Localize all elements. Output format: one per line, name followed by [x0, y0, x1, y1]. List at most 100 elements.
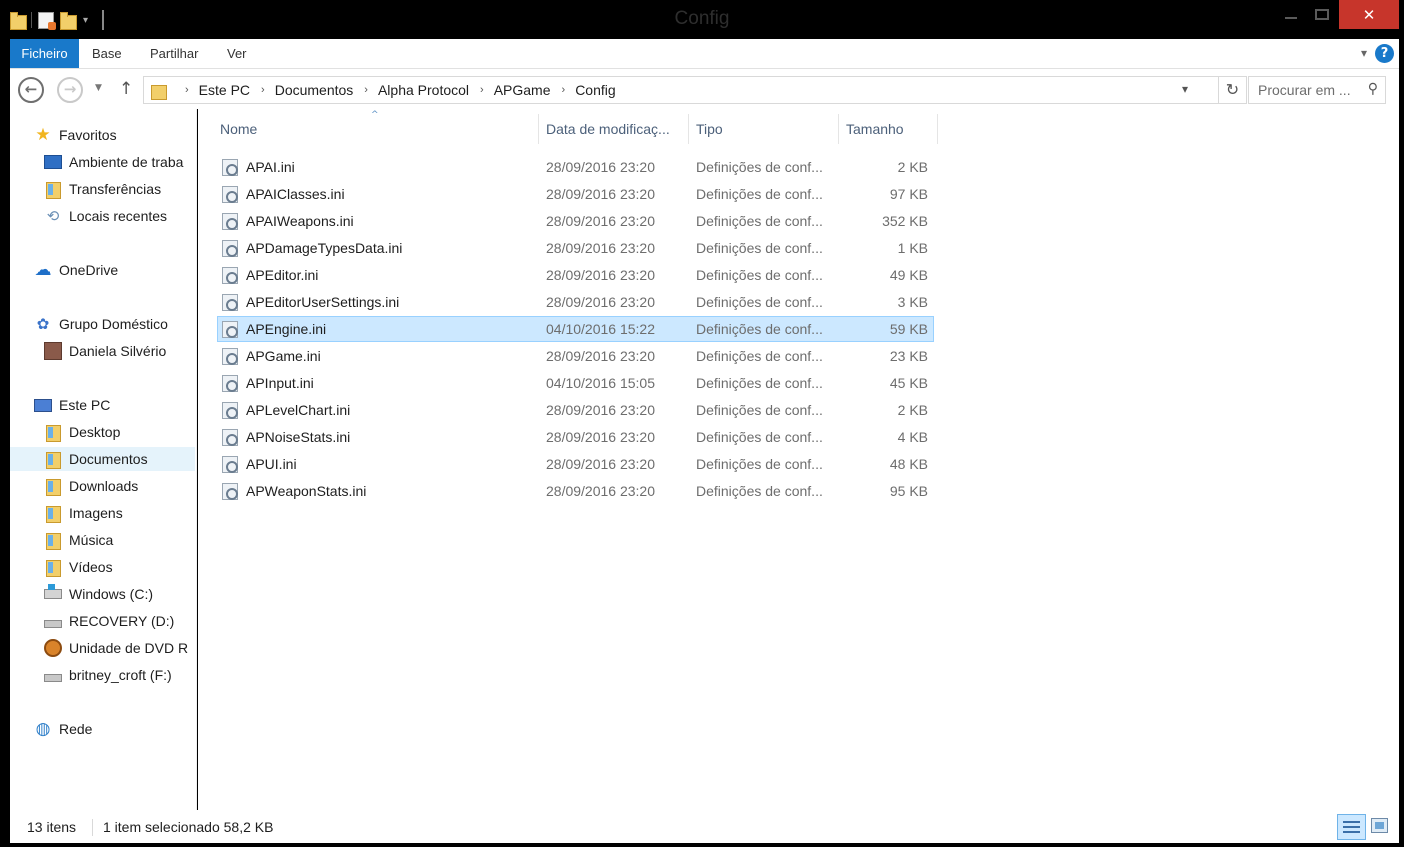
sidebar-item-desktop[interactable]: Desktop — [44, 420, 120, 444]
search-input[interactable]: Procurar em ... ⚲ — [1248, 76, 1386, 104]
sidebar-item-downloads[interactable]: Downloads — [44, 474, 138, 498]
sidebar-item-label: Locais recentes — [69, 208, 168, 224]
sidebar-item-label: Imagens — [69, 505, 123, 521]
chevron-right-icon[interactable]: › — [562, 84, 566, 96]
sidebar-item-rede[interactable]: ◍ Rede — [34, 717, 93, 741]
address-history-dropdown-icon[interactable]: ▾ — [1182, 82, 1188, 96]
column-header-nome[interactable]: Nome — [220, 114, 257, 144]
table-row[interactable]: APAIWeapons.ini 28/09/2016 23:20 Definiç… — [217, 208, 934, 234]
column-header-data[interactable]: Data de modificaç... — [546, 114, 670, 144]
large-icons-view-button[interactable] — [1371, 818, 1388, 833]
sidebar-item-label: Unidade de DVD R — [69, 640, 189, 656]
chevron-right-icon[interactable]: › — [480, 84, 484, 96]
sidebar-item-daniela-silverio[interactable]: Daniela Silvério — [44, 339, 166, 363]
tab-partilhar[interactable]: Partilhar — [150, 39, 198, 68]
sidebar-item-videos[interactable]: Vídeos — [44, 555, 113, 579]
details-view-button[interactable] — [1337, 814, 1366, 840]
tab-ficheiro[interactable]: Ficheiro — [10, 39, 79, 68]
title-bar: ▾ Config ✕ — [0, 0, 1404, 39]
sidebar-item-locais-recentes[interactable]: ⟲ Locais recentes — [44, 204, 167, 228]
folder-icon — [44, 423, 62, 442]
maximize-button[interactable] — [1307, 0, 1337, 29]
file-type: Definições de conf... — [696, 213, 823, 229]
column-divider[interactable] — [838, 114, 839, 144]
sidebar-item-label: RECOVERY (D:) — [69, 613, 175, 629]
table-row[interactable]: APEditorUserSettings.ini 28/09/2016 23:2… — [217, 289, 934, 315]
table-row[interactable]: APEditor.ini 28/09/2016 23:20 Definições… — [217, 262, 934, 288]
chevron-right-icon[interactable]: › — [364, 84, 368, 96]
sidebar-item-label: Windows (C:) — [69, 586, 154, 602]
sidebar-item-recovery-d[interactable]: RECOVERY (D:) — [44, 609, 174, 633]
sidebar-item-windows-c[interactable]: Windows (C:) — [44, 582, 153, 606]
column-divider[interactable] — [688, 114, 689, 144]
minimize-icon — [1285, 16, 1297, 19]
file-date: 28/09/2016 23:20 — [546, 348, 655, 364]
sidebar-item-documentos[interactable]: Documentos — [10, 447, 195, 471]
table-row[interactable]: APInput.ini 04/10/2016 15:05 Definições … — [217, 370, 934, 396]
config-file-icon — [222, 159, 238, 176]
address-bar[interactable]: › Este PC › Documentos › Alpha Protocol … — [143, 76, 1219, 104]
recent-places-icon: ⟲ — [46, 208, 60, 225]
tab-base[interactable]: Base — [92, 39, 122, 68]
column-divider[interactable] — [937, 114, 938, 144]
expand-ribbon-chevron-icon[interactable]: ▾ — [1361, 46, 1367, 60]
close-button[interactable]: ✕ — [1339, 0, 1399, 29]
table-row-selected[interactable]: APEngine.ini 04/10/2016 15:22 Definições… — [217, 316, 934, 342]
table-row[interactable]: APUI.ini 28/09/2016 23:20 Definições de … — [217, 451, 934, 477]
sidebar-item-musica[interactable]: Música — [44, 528, 113, 552]
table-row[interactable]: APWeaponStats.ini 28/09/2016 23:20 Defin… — [217, 478, 934, 504]
file-type: Definições de conf... — [696, 267, 823, 283]
chevron-right-icon[interactable]: › — [185, 84, 189, 96]
drive-icon — [44, 674, 62, 682]
minimize-button[interactable] — [1276, 0, 1306, 29]
breadcrumb-este-pc[interactable]: Este PC — [199, 82, 250, 98]
drive-icon — [44, 620, 62, 628]
sidebar-item-este-pc[interactable]: Este PC — [34, 393, 110, 417]
help-icon[interactable]: ? — [1375, 44, 1394, 63]
column-divider[interactable] — [538, 114, 539, 144]
file-name: APEditorUserSettings.ini — [246, 294, 400, 310]
file-name: APAIClasses.ini — [246, 186, 345, 202]
table-row[interactable]: APAIClasses.ini 28/09/2016 23:20 Definiç… — [217, 181, 934, 207]
sidebar-item-grupo-domestico[interactable]: ✿ Grupo Doméstico — [34, 312, 168, 336]
downloads-folder-icon — [44, 180, 62, 199]
tab-ver[interactable]: Ver — [227, 39, 247, 68]
column-header-tipo[interactable]: Tipo — [696, 114, 723, 144]
config-file-icon — [222, 267, 238, 284]
forward-button[interactable]: → — [57, 77, 83, 103]
column-header-tamanho[interactable]: Tamanho — [846, 114, 904, 144]
table-row[interactable]: APLevelChart.ini 28/09/2016 23:20 Defini… — [217, 397, 934, 423]
breadcrumb-apgame[interactable]: APGame — [494, 82, 551, 98]
table-row[interactable]: APDamageTypesData.ini 28/09/2016 23:20 D… — [217, 235, 934, 261]
table-row[interactable]: APNoiseStats.ini 28/09/2016 23:20 Defini… — [217, 424, 934, 450]
file-date: 04/10/2016 15:22 — [546, 321, 655, 337]
config-file-icon — [222, 348, 238, 365]
sidebar-item-onedrive[interactable]: ☁ OneDrive — [34, 258, 119, 282]
breadcrumb-alpha-protocol[interactable]: Alpha Protocol — [378, 82, 469, 98]
sidebar-item-label: Grupo Doméstico — [59, 316, 168, 332]
refresh-button[interactable]: ↻ — [1219, 76, 1247, 104]
star-icon: ★ — [35, 125, 51, 144]
sidebar-item-favoritos[interactable]: ★ Favoritos — [34, 123, 116, 147]
search-placeholder: Procurar em ... — [1258, 82, 1351, 98]
back-button[interactable]: ← — [18, 77, 44, 103]
recent-locations-chevron-icon[interactable]: ▼ — [95, 83, 102, 93]
breadcrumb-config[interactable]: Config — [575, 82, 615, 98]
config-file-icon — [222, 321, 238, 338]
sidebar-item-imagens[interactable]: Imagens — [44, 501, 123, 525]
file-name: APWeaponStats.ini — [246, 483, 367, 499]
config-file-icon — [222, 186, 238, 203]
file-size: 23 KB — [889, 348, 928, 364]
file-date: 28/09/2016 23:20 — [546, 294, 655, 310]
table-row[interactable]: APGame.ini 28/09/2016 23:20 Definições d… — [217, 343, 934, 369]
file-date: 28/09/2016 23:20 — [546, 159, 655, 175]
sidebar-item-britney-croft-f[interactable]: britney_croft (F:) — [44, 663, 172, 687]
breadcrumb-documentos[interactable]: Documentos — [275, 82, 354, 98]
chevron-right-icon[interactable]: › — [261, 84, 265, 96]
file-name: APNoiseStats.ini — [246, 429, 351, 445]
up-button[interactable]: ↑ — [119, 79, 133, 99]
sidebar-item-ambiente-de-trabalho[interactable]: Ambiente de traba — [44, 150, 183, 174]
table-row[interactable]: APAI.ini 28/09/2016 23:20 Definições de … — [217, 154, 934, 180]
sidebar-item-unidade-dvd[interactable]: Unidade de DVD R — [44, 636, 188, 660]
sidebar-item-transferencias[interactable]: Transferências — [44, 177, 161, 201]
